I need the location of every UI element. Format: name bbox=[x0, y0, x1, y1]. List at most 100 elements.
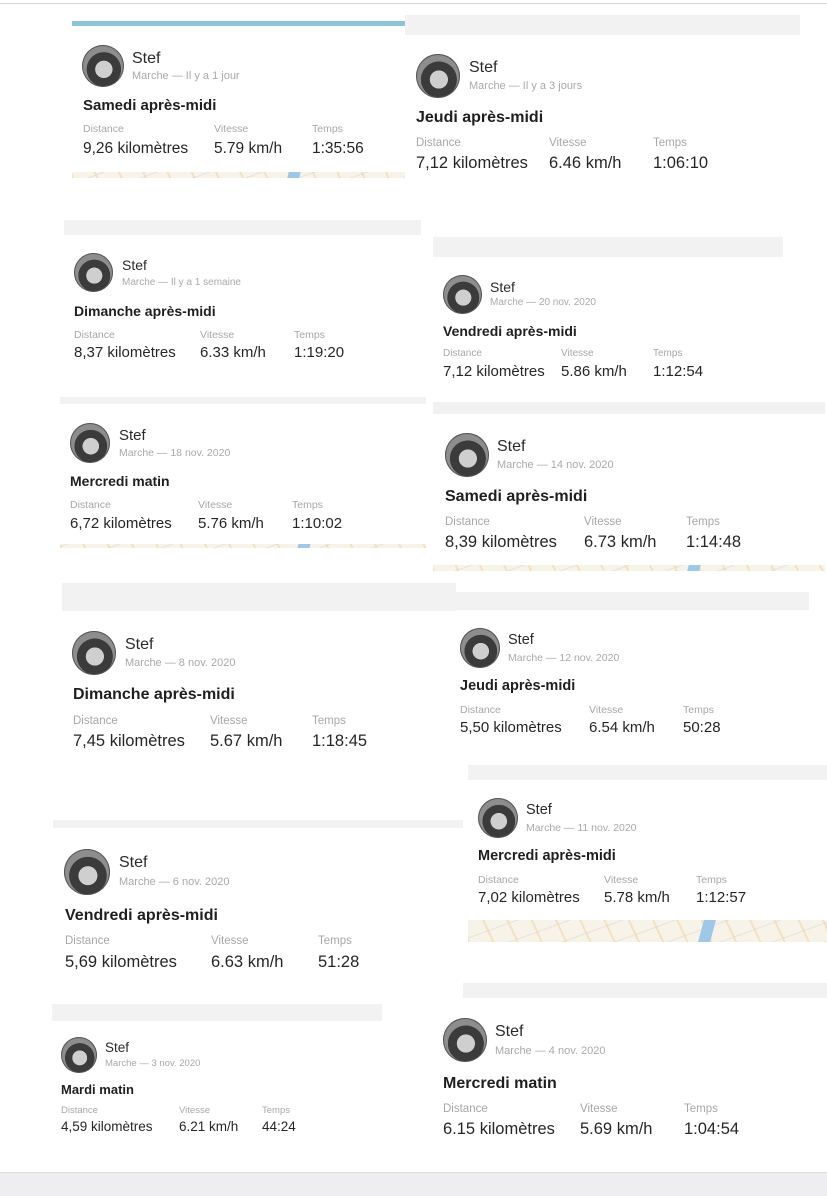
map-water bbox=[297, 544, 311, 548]
user-name[interactable]: Stef bbox=[508, 632, 534, 648]
avatar[interactable] bbox=[443, 1018, 487, 1062]
activity-meta: Marche — 20 nov. 2020 bbox=[490, 297, 596, 308]
activity-title[interactable]: Jeudi après-midi bbox=[416, 109, 543, 127]
activity-title[interactable]: Vendredi après-midi bbox=[65, 907, 218, 925]
activity-meta: Marche — 11 nov. 2020 bbox=[526, 822, 637, 834]
speed-value: 5.76 km/h bbox=[198, 515, 264, 532]
activity-title[interactable]: Dimanche après-midi bbox=[74, 303, 216, 319]
activity-meta: Marche — Il y a 1 jour bbox=[132, 70, 240, 82]
time-value: 1:10:02 bbox=[292, 515, 343, 532]
route-map-thumbnail[interactable] bbox=[72, 172, 405, 178]
user-name[interactable]: Stef bbox=[526, 802, 552, 818]
avatar[interactable] bbox=[445, 433, 489, 477]
avatar[interactable] bbox=[416, 54, 460, 98]
speed-label: Vitesse bbox=[549, 137, 587, 149]
distance-label: Distance bbox=[443, 1103, 488, 1115]
user-name[interactable]: Stef bbox=[132, 50, 160, 68]
avatar[interactable] bbox=[61, 1037, 97, 1073]
distance-value: 5,50 kilomètres bbox=[460, 719, 562, 736]
activity-card[interactable]: Stef Marche — 18 nov. 2020 Mercredi matin D… bbox=[60, 404, 426, 548]
distance-value: 6,72 kilomètres bbox=[70, 515, 172, 532]
speed-label: Vitesse bbox=[179, 1105, 210, 1116]
speed-label: Vitesse bbox=[604, 874, 639, 886]
avatar[interactable] bbox=[74, 253, 113, 292]
avatar[interactable] bbox=[64, 849, 110, 895]
activity-card[interactable]: Stef Marche — 3 nov. 2020 Mardi matin Dista… bbox=[52, 1021, 382, 1171]
route-map-thumbnail[interactable] bbox=[468, 920, 827, 942]
card-divider bbox=[468, 765, 827, 780]
activity-title[interactable]: Samedi après-midi bbox=[83, 97, 216, 114]
time-value: 1:35:56 bbox=[312, 140, 364, 157]
card-divider bbox=[60, 397, 426, 404]
activity-card[interactable]: Stef Marche — Il y a 1 jour Samedi après-m… bbox=[72, 26, 405, 178]
activity-title[interactable]: Samedi après-midi bbox=[445, 488, 587, 506]
speed-label: Vitesse bbox=[200, 329, 235, 341]
time-value: 1:19:20 bbox=[294, 344, 345, 361]
distance-value: 6.15 kilomètres bbox=[443, 1120, 555, 1138]
user-name[interactable]: Stef bbox=[490, 279, 515, 295]
distance-value: 8,39 kilomètres bbox=[445, 533, 557, 551]
time-label: Temps bbox=[683, 704, 714, 716]
time-label: Temps bbox=[653, 348, 683, 359]
user-name[interactable]: Stef bbox=[125, 636, 153, 654]
avatar[interactable] bbox=[72, 631, 116, 675]
time-label: Temps bbox=[653, 137, 687, 149]
speed-label: Vitesse bbox=[214, 123, 249, 135]
activity-card[interactable]: Stef Marche — 6 nov. 2020 Vendredi après-m… bbox=[53, 828, 463, 1004]
activity-title[interactable]: Mercredi matin bbox=[443, 1075, 557, 1093]
activity-title[interactable]: Vendredi après-midi bbox=[443, 323, 577, 339]
activity-card[interactable]: Stef Marche — 8 nov. 2020 Dimanche après-m… bbox=[62, 611, 456, 806]
map-water bbox=[698, 920, 716, 942]
card-divider bbox=[456, 592, 809, 610]
speed-value: 6.46 km/h bbox=[549, 154, 622, 172]
activity-title[interactable]: Mercredi matin bbox=[70, 473, 170, 489]
user-name[interactable]: Stef bbox=[122, 257, 147, 273]
time-value: 50:28 bbox=[683, 719, 721, 736]
speed-value: 5.69 km/h bbox=[580, 1120, 653, 1138]
activity-card[interactable]: Stef Marche — 4 nov. 2020 Mercredi matin Di… bbox=[431, 998, 827, 1172]
activity-card[interactable]: Stef Marche — 20 nov. 2020 Vendredi après-… bbox=[433, 257, 778, 400]
avatar[interactable] bbox=[82, 45, 124, 87]
user-name[interactable]: Stef bbox=[497, 438, 525, 456]
user-name[interactable]: Stef bbox=[105, 1040, 129, 1055]
route-map-thumbnail[interactable] bbox=[60, 544, 426, 548]
activity-meta: Marche — Il y a 1 semaine bbox=[122, 277, 241, 288]
distance-value: 4,59 kilomètres bbox=[61, 1119, 153, 1134]
speed-value: 6.63 km/h bbox=[211, 953, 284, 971]
avatar[interactable] bbox=[70, 423, 110, 463]
activity-meta: Marche — 3 nov. 2020 bbox=[105, 1058, 201, 1069]
top-divider bbox=[0, 3, 827, 4]
time-label: Temps bbox=[312, 715, 346, 727]
distance-value: 7,45 kilomètres bbox=[73, 732, 185, 750]
activity-card[interactable]: Stef Marche — Il y a 1 semaine Dimanche ap… bbox=[64, 235, 421, 397]
distance-label: Distance bbox=[416, 137, 461, 149]
activity-title[interactable]: Jeudi après-midi bbox=[460, 678, 575, 694]
card-divider bbox=[405, 15, 800, 35]
activity-title[interactable]: Dimanche après-midi bbox=[73, 686, 235, 704]
user-name[interactable]: Stef bbox=[119, 427, 146, 444]
avatar[interactable] bbox=[443, 275, 482, 314]
route-map-thumbnail[interactable] bbox=[433, 565, 825, 571]
speed-value: 5.67 km/h bbox=[210, 732, 283, 750]
activity-card[interactable]: Stef Marche — Il y a 3 jours Jeudi après-m… bbox=[405, 35, 800, 185]
activity-card[interactable]: Stef Marche — 12 nov. 2020 Jeudi après-mid… bbox=[456, 610, 809, 765]
distance-label: Distance bbox=[445, 516, 490, 528]
card-divider bbox=[431, 983, 827, 998]
user-name[interactable]: Stef bbox=[119, 854, 147, 872]
distance-label: Distance bbox=[65, 935, 110, 947]
speed-label: Vitesse bbox=[561, 348, 594, 359]
distance-value: 5,69 kilomètres bbox=[65, 953, 177, 971]
avatar[interactable] bbox=[478, 798, 518, 838]
distance-label: Distance bbox=[478, 874, 519, 886]
avatar[interactable] bbox=[460, 628, 500, 668]
time-value: 1:18:45 bbox=[312, 732, 368, 750]
user-name[interactable]: Stef bbox=[495, 1023, 523, 1041]
user-name[interactable]: Stef bbox=[469, 59, 497, 77]
card-divider bbox=[52, 1004, 382, 1021]
distance-value: 9,26 kilomètres bbox=[83, 140, 189, 157]
activity-card[interactable]: Stef Marche — 14 nov. 2020 Samedi après-mi… bbox=[433, 414, 825, 571]
distance-value: 7,02 kilomètres bbox=[478, 889, 580, 906]
activity-title[interactable]: Mardi matin bbox=[61, 1082, 134, 1097]
activity-card[interactable]: Stef Marche — 11 nov. 2020 Mercredi après-… bbox=[468, 780, 827, 942]
activity-title[interactable]: Mercredi après-midi bbox=[478, 848, 616, 864]
